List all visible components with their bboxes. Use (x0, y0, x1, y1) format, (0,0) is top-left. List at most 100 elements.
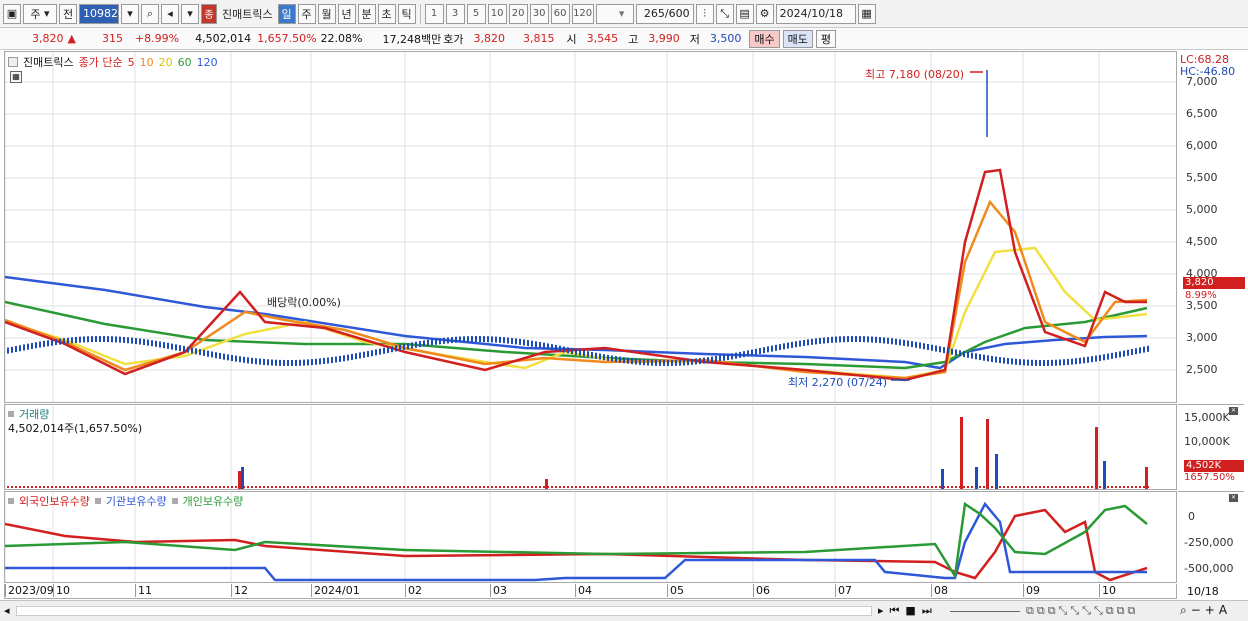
interval-60[interactable]: 60 (550, 3, 570, 24)
volume-bar (1071, 486, 1073, 488)
save-icon[interactable]: ▤ (735, 3, 754, 24)
candle (663, 359, 665, 366)
date-input[interactable]: 2024/10/18 (775, 3, 856, 24)
zoom-slider[interactable] (950, 609, 1020, 612)
prev-button[interactable]: 전 (59, 3, 77, 24)
sell-button[interactable]: 매도 (782, 29, 813, 48)
view-tool-icons[interactable]: ⧉⧉⧉⤡⤡⤡⤡⧉⧉⧉ (1026, 604, 1138, 618)
volume-bar (563, 486, 565, 488)
volume-bar (135, 486, 137, 488)
period-day[interactable]: 일 (277, 3, 296, 24)
candle (603, 354, 605, 361)
candle-icon[interactable]: ⫶ (695, 3, 714, 24)
speaker-dropdown-icon[interactable]: ▾ (181, 3, 199, 24)
bottom-scrollbar[interactable]: ◂ ▸⏮■⏭ ⧉⧉⧉⤡⤡⤡⤡⧉⧉⧉ ⌕−+A (0, 600, 1248, 621)
playback-controls[interactable]: ▸⏮■⏭ (878, 604, 938, 618)
volume-bar (303, 486, 305, 488)
candle (819, 337, 821, 344)
candle (719, 355, 721, 362)
volume-bar (619, 486, 621, 488)
period-week[interactable]: 주 (297, 3, 316, 24)
x-axis-label: 05 (667, 584, 684, 597)
period-year[interactable]: 년 (337, 3, 356, 24)
interval-30[interactable]: 30 (529, 3, 549, 24)
volume-bar (1099, 486, 1101, 488)
interval-1[interactable]: 1 (424, 3, 444, 24)
volume-bar (1075, 486, 1077, 488)
volume-panel[interactable]: 거래량 4,502,014주(1,657.50%) (4, 404, 1177, 490)
eval-button[interactable]: 평 (815, 29, 836, 48)
period-second[interactable]: 초 (377, 3, 396, 24)
interval-3[interactable]: 3 (445, 3, 465, 24)
candle (1019, 359, 1021, 366)
candle (971, 352, 973, 359)
candle (87, 336, 89, 343)
interval-10[interactable]: 10 (487, 3, 507, 24)
candle (287, 359, 289, 366)
volume-bar (615, 486, 617, 488)
volume-bar (1067, 486, 1069, 488)
volume-bar (83, 486, 85, 488)
volume-bar (1123, 486, 1125, 488)
calculator-icon[interactable]: ▦ (10, 71, 22, 83)
period-month[interactable]: 월 (317, 3, 336, 24)
volume-bar (963, 486, 965, 488)
candle (575, 348, 577, 355)
gear-icon[interactable]: ⚙ (755, 3, 774, 24)
period-tick[interactable]: 틱 (397, 3, 416, 24)
volume-bar (643, 486, 645, 488)
stock-code-input[interactable]: 109820 (79, 3, 125, 24)
speaker-icon[interactable]: ◂ (161, 3, 179, 24)
price-change-pct: +8.99% (134, 32, 180, 45)
interval-dropdown[interactable]: ▾ (595, 3, 634, 24)
open-price: 3,545 (586, 32, 619, 45)
chart-type-icon[interactable]: ⤡ (715, 3, 734, 24)
volume-bar (535, 486, 537, 488)
interval-5[interactable]: 5 (466, 3, 486, 24)
candle (431, 339, 433, 346)
close-panel-icon[interactable]: ✕ (1229, 494, 1238, 502)
volume-bar (255, 486, 257, 488)
bar-count-input[interactable]: 265/600 (635, 3, 694, 24)
bar-count-total: /600 (664, 7, 690, 20)
volume-bar (823, 486, 825, 488)
candle (783, 343, 785, 350)
candle (703, 357, 705, 364)
legend-foreign: 외국인보유수량 (19, 495, 90, 508)
volume-bar (451, 486, 453, 488)
scroll-track[interactable] (16, 606, 872, 616)
volume-bar (867, 486, 869, 488)
candle (919, 342, 921, 349)
calendar-icon[interactable]: ▦ (857, 3, 876, 24)
volume-bar (291, 486, 293, 488)
volume-bar (599, 486, 601, 488)
search-icon[interactable]: ⌕ (141, 3, 159, 24)
candle (639, 358, 641, 365)
interval-20[interactable]: 20 (508, 3, 528, 24)
volume-bar (791, 486, 793, 488)
market-select[interactable]: 주 ▾ (23, 3, 57, 24)
price-chart-panel[interactable]: 진매트릭스 종가 단순 5 10 20 60 120 ▦ 최고 7,180 (0… (4, 51, 1177, 403)
close-panel-icon[interactable]: ✕ (1229, 407, 1238, 415)
period-minute[interactable]: 분 (357, 3, 376, 24)
volume-bar (191, 486, 193, 488)
legend-ma-5: 5 (127, 55, 135, 69)
window-icon[interactable]: ▣ (3, 3, 21, 24)
code-dropdown-icon[interactable]: ▾ (121, 3, 139, 24)
interval-120[interactable]: 120 (571, 3, 594, 24)
candle (79, 336, 81, 343)
volume-bar (783, 486, 785, 488)
candle (447, 337, 449, 344)
candle (343, 355, 345, 362)
volume-bar (155, 486, 157, 488)
candle (179, 345, 181, 352)
zoom-icons[interactable]: ⌕−+A (1180, 603, 1231, 618)
candle (91, 336, 93, 343)
scroll-left-icon[interactable]: ◂ (4, 604, 10, 617)
buy-button[interactable]: 매수 (749, 29, 780, 48)
volume-bar (407, 486, 409, 488)
holding-panel[interactable]: 외국인보유수량 기관보유수량 개인보유수량 (4, 491, 1177, 583)
volume-bar (663, 486, 665, 488)
candle (163, 342, 165, 349)
candle (47, 340, 49, 347)
